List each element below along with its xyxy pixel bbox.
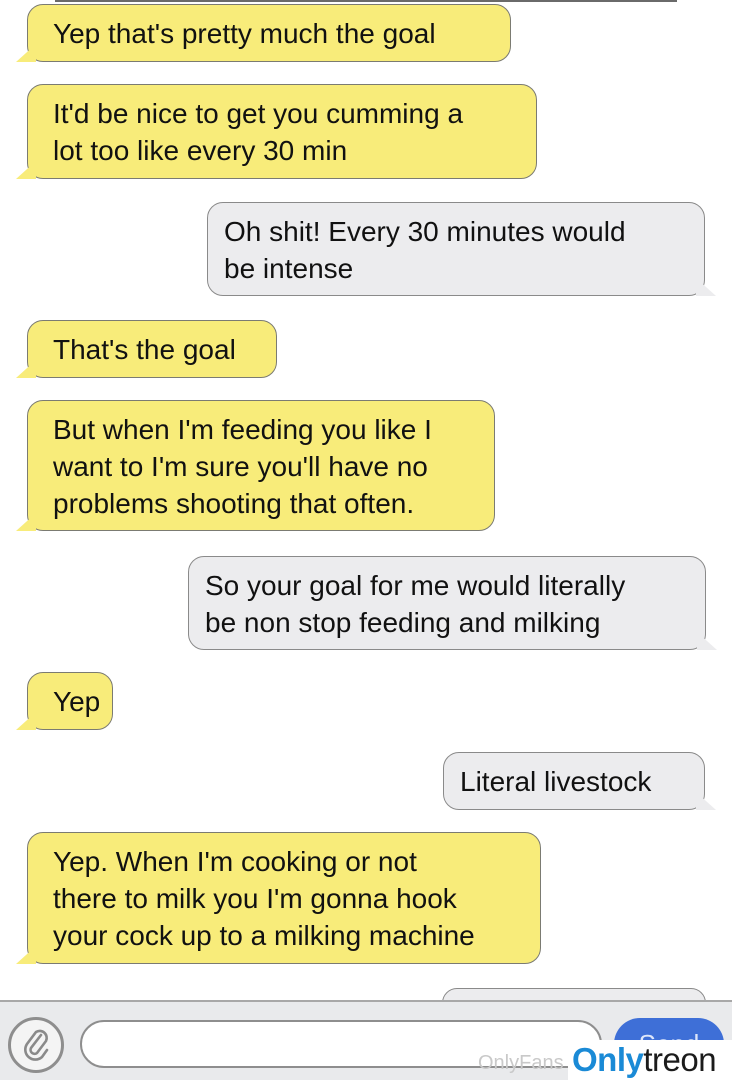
message-line: Yep: [53, 686, 101, 717]
message-line: Yep that's pretty much the goal: [53, 18, 436, 49]
message-incoming: Yep. When I'm cooking or not there to mi…: [16, 832, 541, 964]
bubble-tail: [16, 712, 36, 730]
watermark-faint: OnlyFans: [478, 1052, 564, 1074]
bubble-tail: [16, 513, 36, 531]
message-line: your cock up to a milking machine: [53, 920, 475, 951]
bubble-tail: [697, 632, 717, 650]
message-line: there to milk you I'm gonna hook: [53, 883, 457, 914]
message-line: problems shooting that often.: [53, 488, 415, 519]
bubble-tail: [696, 792, 716, 810]
message-line: That's the goal: [53, 334, 236, 365]
message-line: Oh shit! Every 30 minutes would: [224, 216, 626, 247]
bubble-tail: [16, 946, 36, 964]
message-line: Yep. When I'm cooking or not: [53, 846, 417, 877]
message-line: So your goal for me would literally: [205, 570, 626, 601]
message-line: be non stop feeding and milking: [205, 607, 601, 638]
message-incoming: That's the goal: [16, 320, 277, 378]
bubble-tail: [16, 44, 36, 62]
bubble-tail: [16, 360, 36, 378]
message-line: It'd be nice to get you cumming a: [53, 98, 464, 129]
message-incoming: Yep that's pretty much the goal: [16, 4, 511, 62]
bubble-tail: [16, 161, 36, 179]
watermark-brand-part2: treon: [643, 1041, 717, 1078]
message-outgoing: Oh shit! Every 30 minutes would be inten…: [207, 202, 716, 296]
message-line: Literal livestock: [460, 766, 652, 797]
message-incoming: It'd be nice to get you cumming a lot to…: [16, 84, 537, 179]
message-outgoing: Literal livestock: [443, 752, 716, 810]
watermark-logo: Onlytreon: [568, 1040, 732, 1080]
message-line: lot too like every 30 min: [53, 135, 348, 166]
message-line: be intense: [224, 253, 354, 284]
bubble-tail: [696, 278, 716, 296]
top-divider: [55, 0, 677, 2]
message-line: want to I'm sure you'll have no: [53, 451, 428, 482]
message-incoming: But when I'm feeding you like I want to …: [16, 400, 495, 531]
paperclip-icon: [24, 1029, 49, 1061]
attach-button[interactable]: [8, 1017, 64, 1073]
watermark-brand-part1: Only: [572, 1041, 644, 1078]
message-incoming: Yep: [16, 672, 113, 730]
message-outgoing: So your goal for me would literally be n…: [188, 556, 717, 650]
message-line: But when I'm feeding you like I: [53, 414, 432, 445]
